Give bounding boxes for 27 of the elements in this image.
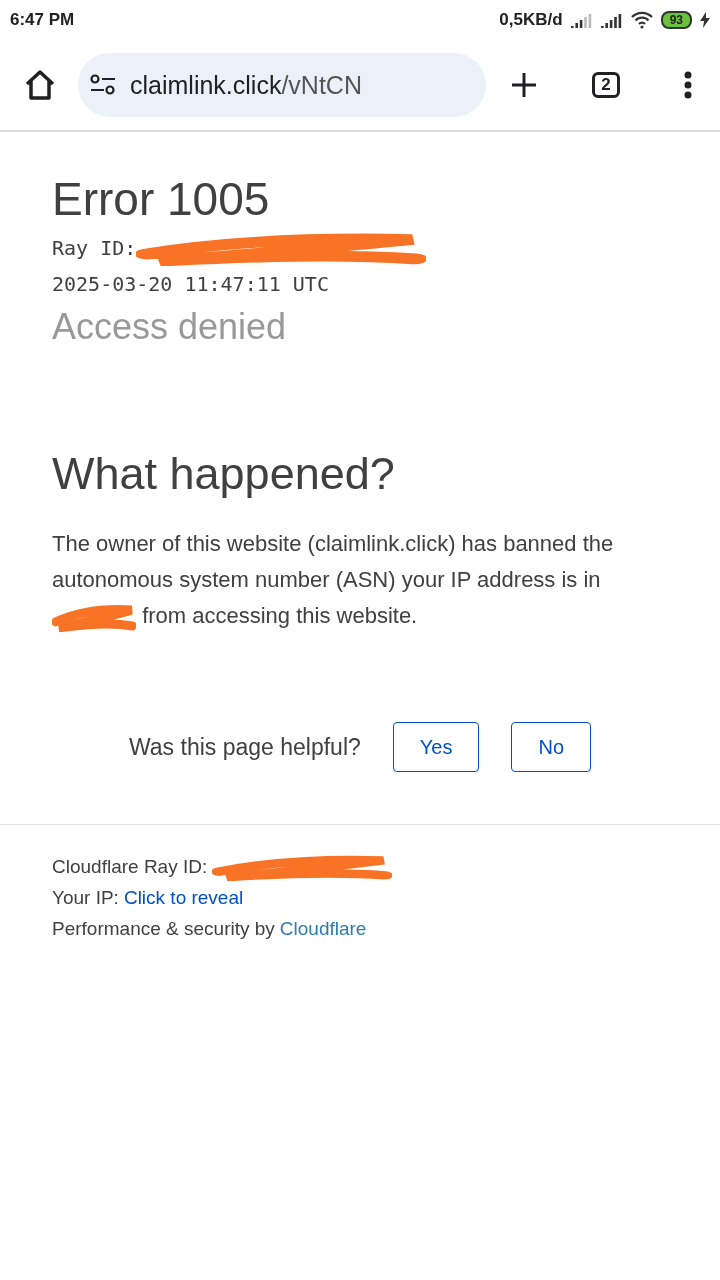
signal-icon [570,12,593,28]
section-heading: What happened? [52,448,396,500]
explanation-text: from accessing this website. [142,603,418,628]
address-bar[interactable]: claimlink.click/vNtCN [78,53,486,117]
data-rate: 0,5KB/d [499,10,563,30]
cloudflare-link[interactable]: Cloudflare [279,913,367,944]
tab-switcher-button[interactable]: 2 [592,72,620,98]
ip-label: Your IP: [52,886,119,910]
ray-id-label: Ray ID: [52,236,137,260]
performance-label: Performance & security by [52,917,275,941]
status-time: 6:47 PM [10,10,75,30]
site-settings-icon[interactable] [90,74,116,96]
plus-icon [510,71,538,99]
menu-icon [684,71,692,99]
feedback-button[interactable]: No [511,722,592,772]
home-icon [24,70,56,100]
error-title: Error 1005 [52,172,271,226]
signal-icon [600,12,623,28]
reveal-ip-link[interactable]: Click to reveal [123,882,244,913]
feedback-button[interactable]: Yes [392,722,480,772]
timestamp: 2025-03-20 11:47:11 UTC [52,272,329,296]
wifi-icon [630,11,653,29]
feedback-question: Was this page helpful? [128,733,361,761]
error-subtitle: Access denied [52,306,288,348]
footer-ray-label: Cloudflare Ray ID: [52,855,208,879]
battery-indicator: 93 [660,11,692,29]
url-text: claimlink.click/vNtCN [130,70,362,100]
